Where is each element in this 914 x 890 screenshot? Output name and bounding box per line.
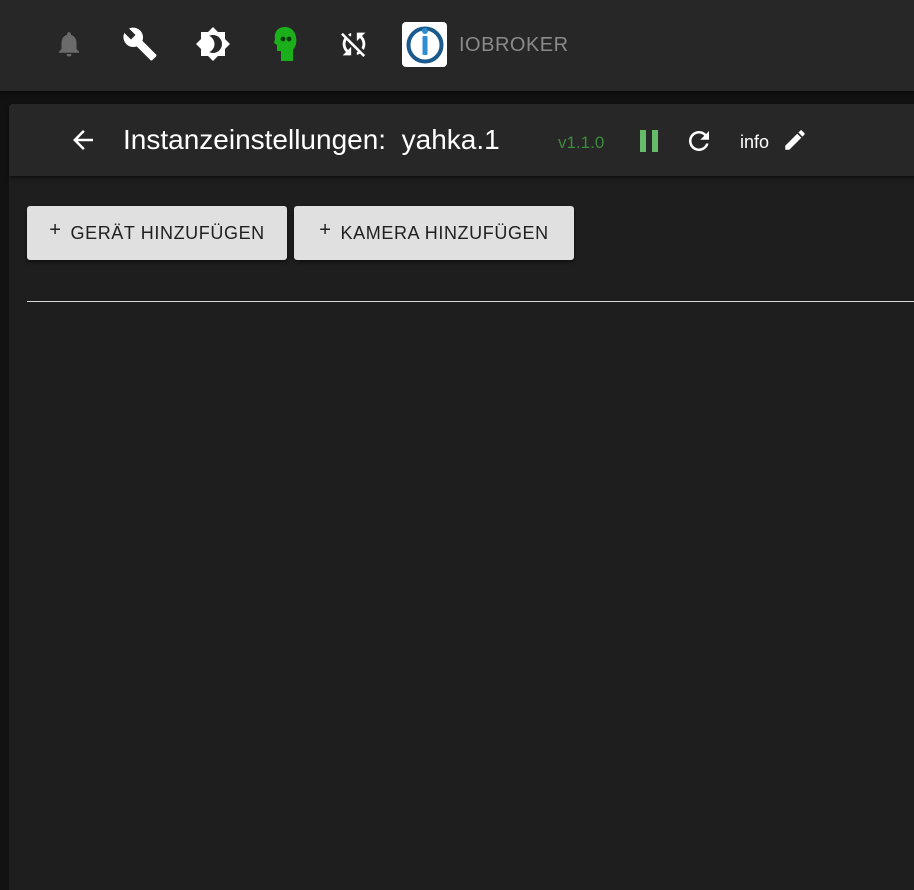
arrow-back-icon	[73, 130, 93, 150]
add-device-button[interactable]: + GERÄT HINZUFÜGEN	[27, 206, 287, 260]
brand-name: IOBROKER	[459, 34, 569, 56]
instance-settings-panel: Instanzeinstellungen: yahka.1 v1.1.0 inf…	[9, 104, 914, 890]
brightness-icon[interactable]	[195, 26, 231, 62]
add-device-label: GERÄT HINZUFÜGEN	[70, 222, 265, 243]
sync-disabled-icon-graphic	[341, 32, 366, 57]
info-link[interactable]: info	[740, 132, 769, 153]
settings-header: Instanzeinstellungen: yahka.1 v1.1.0 inf…	[9, 104, 914, 176]
add-camera-label: KAMERA HINZUFÜGEN	[340, 222, 549, 243]
wrench-icon-graphic	[123, 27, 157, 61]
bell-icon-graphic	[59, 32, 79, 57]
refresh-icon	[689, 131, 709, 151]
edit-button[interactable]	[781, 126, 809, 154]
sync-disabled-icon[interactable]	[336, 26, 372, 62]
top-app-bar: IOBROKER	[0, 0, 914, 91]
back-button[interactable]	[65, 122, 101, 158]
plus-icon: +	[319, 218, 332, 241]
pause-icon	[640, 130, 658, 152]
wrench-icon[interactable]	[122, 26, 158, 62]
reload-instance-button[interactable]	[683, 125, 715, 157]
version-label: v1.1.0	[558, 133, 605, 152]
iobroker-logo-icon	[406, 26, 443, 63]
expert-mode-icon[interactable]	[267, 26, 303, 62]
pause-instance-button[interactable]	[633, 126, 665, 156]
page-title: Instanzeinstellungen: yahka.1	[123, 124, 500, 155]
content-divider	[27, 301, 914, 302]
pencil-icon	[785, 130, 805, 150]
iobroker-logo[interactable]	[402, 22, 447, 67]
expert-mode-icon-graphic	[274, 27, 297, 61]
add-camera-button[interactable]: + KAMERA HINZUFÜGEN	[294, 206, 574, 260]
bell-icon[interactable]	[51, 26, 87, 62]
brightness-icon-graphic	[196, 27, 230, 61]
plus-icon: +	[49, 218, 62, 241]
